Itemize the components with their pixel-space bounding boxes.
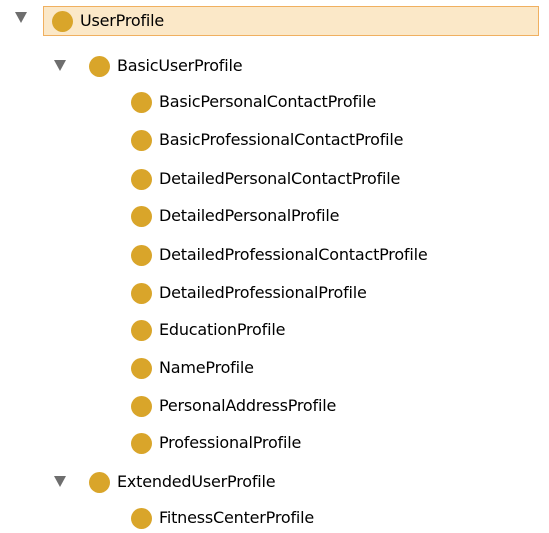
- tree-node-label: FitnessCenterProfile: [159, 508, 315, 527]
- expand-toggle-icon[interactable]: [15, 12, 27, 23]
- tree-node-label: EducationProfile: [159, 320, 286, 339]
- tree-node-personaladdressprofile[interactable]: PersonalAddressProfile: [131, 391, 336, 421]
- tree-node-label: UserProfile: [80, 11, 165, 30]
- tree-node-label: NameProfile: [159, 358, 254, 377]
- class-circle-icon: [52, 10, 73, 32]
- class-circle-icon: [131, 282, 152, 304]
- tree-node-detailedpersonalprofile[interactable]: DetailedPersonalProfile: [131, 201, 340, 231]
- tree-node-label: BasicUserProfile: [117, 56, 243, 75]
- tree-node-basicprofessionalcontactprofile[interactable]: BasicProfessionalContactProfile: [131, 125, 404, 155]
- class-hierarchy-tree: UserProfile BasicUserProfile BasicPerson…: [0, 0, 549, 533]
- tree-node-basicpersonalcontactprofile[interactable]: BasicPersonalContactProfile: [131, 87, 376, 117]
- tree-node-fitnesscenterprofile[interactable]: FitnessCenterProfile: [131, 503, 314, 533]
- expand-toggle-icon[interactable]: [54, 476, 66, 487]
- tree-node-label: ExtendedUserProfile: [117, 472, 276, 491]
- tree-node-professionalprofile[interactable]: ProfessionalProfile: [131, 428, 301, 458]
- tree-node-label: PersonalAddressProfile: [159, 396, 337, 415]
- class-circle-icon: [89, 55, 110, 77]
- tree-node-label: DetailedPersonalContactProfile: [159, 169, 401, 188]
- tree-node-label: DetailedPersonalProfile: [159, 206, 340, 225]
- class-circle-icon: [131, 205, 152, 227]
- tree-node-detailedpersonalcontactprofile[interactable]: DetailedPersonalContactProfile: [131, 164, 400, 194]
- tree-node-detailedprofessionalprofile[interactable]: DetailedProfessionalProfile: [131, 278, 367, 308]
- tree-node-label: ProfessionalProfile: [159, 433, 302, 452]
- tree-node-basicuserprofile[interactable]: BasicUserProfile: [89, 51, 243, 81]
- class-circle-icon: [89, 471, 110, 493]
- tree-node-educationprofile[interactable]: EducationProfile: [131, 315, 285, 345]
- class-circle-icon: [131, 319, 152, 341]
- class-circle-icon: [131, 432, 152, 454]
- class-circle-icon: [131, 244, 152, 266]
- class-circle-icon: [131, 168, 152, 190]
- tree-node-nameprofile[interactable]: NameProfile: [131, 353, 254, 383]
- class-circle-icon: [131, 91, 152, 113]
- class-circle-icon: [131, 395, 152, 417]
- tree-node-userprofile[interactable]: UserProfile: [43, 6, 539, 36]
- tree-node-label: DetailedProfessionalProfile: [159, 283, 367, 302]
- tree-node-extendeduserprofile[interactable]: ExtendedUserProfile: [89, 467, 276, 497]
- class-circle-icon: [131, 357, 152, 379]
- class-circle-icon: [131, 507, 152, 529]
- class-circle-icon: [131, 129, 152, 151]
- tree-node-label: BasicProfessionalContactProfile: [159, 130, 404, 149]
- expand-toggle-icon[interactable]: [54, 60, 66, 71]
- tree-node-label: DetailedProfessionalContactProfile: [159, 245, 428, 264]
- tree-node-label: BasicPersonalContactProfile: [159, 92, 376, 111]
- tree-node-detailedprofessionalcontactprofile[interactable]: DetailedProfessionalContactProfile: [131, 240, 428, 270]
